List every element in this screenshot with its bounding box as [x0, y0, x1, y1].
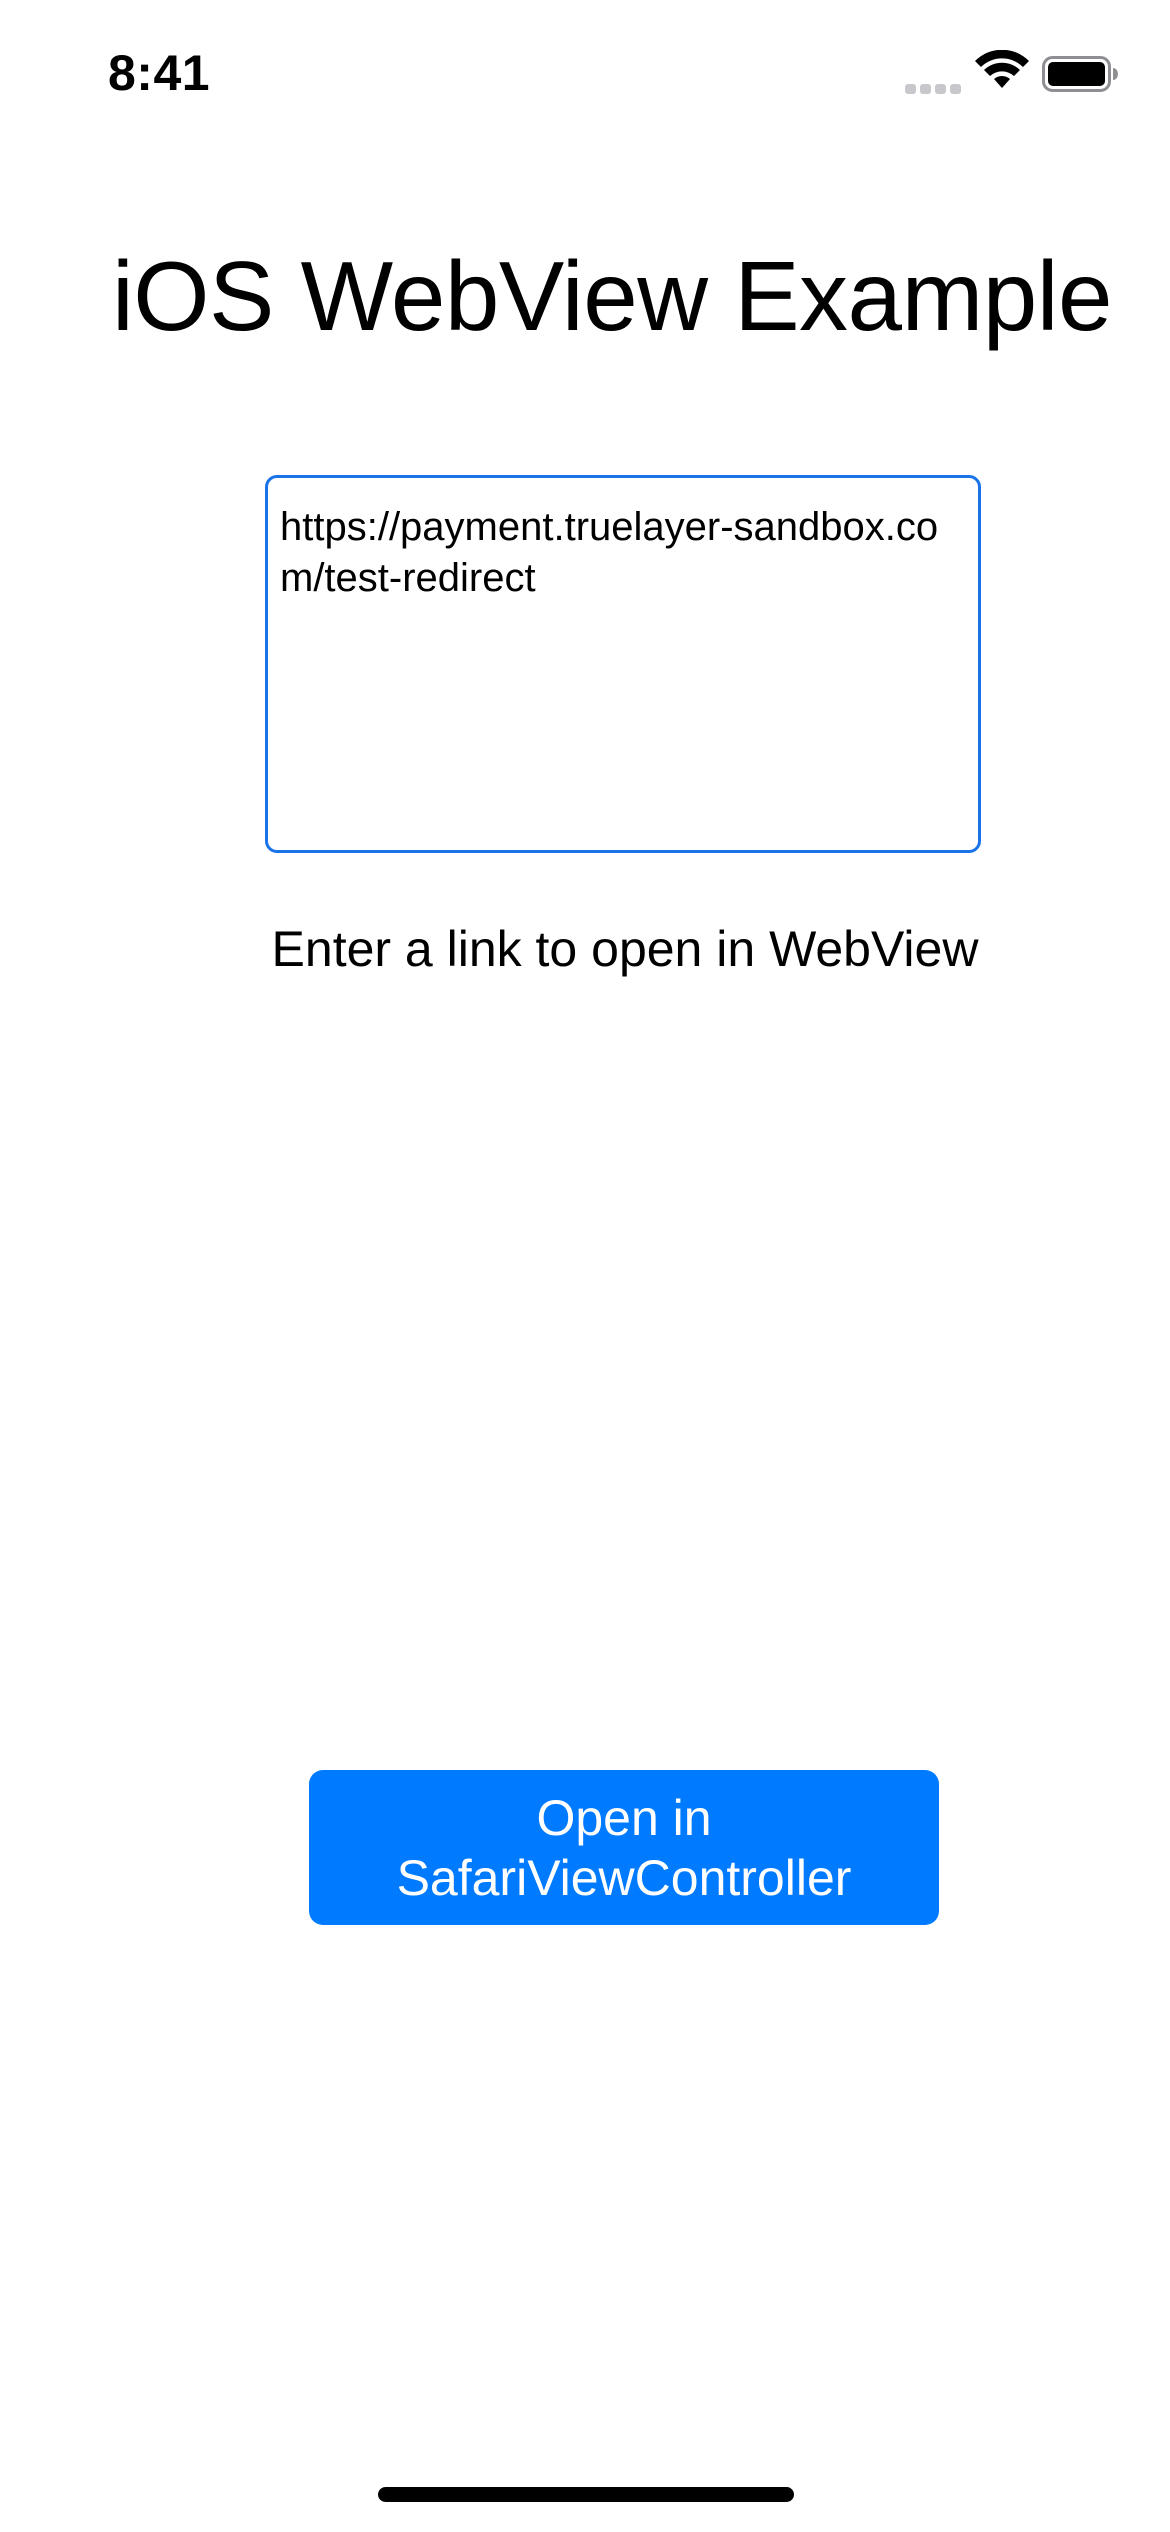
page-title: iOS WebView Example [112, 241, 1112, 351]
status-time: 8:41 [108, 45, 211, 101]
open-safari-view-controller-button[interactable]: Open in SafariViewController [309, 1770, 939, 1925]
status-bar: 8:41 [0, 0, 1170, 150]
cellular-signal-icon [905, 80, 963, 94]
wifi-icon [975, 50, 1029, 88]
hint-label: Enter a link to open in WebView [271, 921, 979, 977]
home-indicator[interactable] [378, 2487, 794, 2502]
url-text-view[interactable]: https://payment.truelayer-sandbox.com/te… [265, 475, 981, 853]
battery-icon [1042, 56, 1118, 92]
